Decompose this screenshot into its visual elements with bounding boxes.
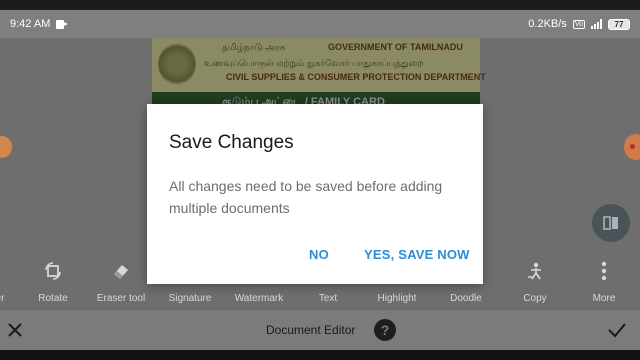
status-time: 9:42 AM — [10, 18, 51, 30]
network-speed: 0.2KB/s — [528, 18, 567, 30]
yes-save-now-button[interactable]: YES, SAVE NOW — [364, 247, 470, 262]
doc-tamil-state: தமிழ்நாடு அரசு — [222, 42, 286, 52]
bottom-bar: Document Editor ? — [0, 310, 640, 350]
floating-compare-button[interactable] — [592, 204, 630, 242]
video-camera-icon — [56, 19, 69, 29]
doc-tamil-department: உணவுப்பொருள் மற்றும் நுகர்வோர் பாதுகாப்ப… — [204, 58, 424, 68]
battery-icon: 77 — [608, 18, 630, 30]
more-vertical-icon — [601, 261, 607, 281]
dialog-title: Save Changes — [169, 132, 294, 153]
tool-eraser[interactable]: Eraser tool — [86, 258, 156, 304]
tool-more[interactable]: More — [569, 258, 639, 304]
doc-government-title: GOVERNMENT OF TAMILNADU — [328, 42, 463, 52]
emblem-icon — [158, 42, 196, 86]
copy-icon — [528, 262, 541, 280]
no-button[interactable]: NO — [309, 247, 329, 262]
compare-icon — [603, 216, 618, 230]
save-changes-dialog: Save Changes All changes need to be save… — [147, 104, 483, 284]
doc-department-title: CIVIL SUPPLIES & CONSUMER PROTECTION DEP… — [226, 72, 486, 82]
top-strip — [0, 0, 640, 10]
document-header: தமிழ்நாடு அரசு GOVERNMENT OF TAMILNADU உ… — [152, 38, 486, 92]
right-edit-handle[interactable] — [624, 134, 640, 160]
document-editor-title: Document Editor — [266, 323, 356, 337]
tool-rotate[interactable]: Rotate — [18, 258, 88, 304]
volte-icon: Vo — [572, 19, 585, 29]
check-icon[interactable] — [607, 321, 627, 339]
eraser-icon — [114, 265, 128, 279]
tool-copy[interactable]: Copy — [500, 258, 570, 304]
rotate-icon — [45, 262, 61, 280]
dialog-message: All changes need to be saved before addi… — [169, 178, 443, 216]
signal-icon — [591, 19, 602, 29]
bottom-strip — [0, 350, 640, 360]
status-bar: 9:42 AM 0.2KB/s Vo 77 — [0, 10, 640, 38]
close-icon[interactable] — [6, 321, 24, 339]
help-icon[interactable]: ? — [374, 319, 396, 341]
left-edit-handle[interactable] — [0, 136, 12, 158]
